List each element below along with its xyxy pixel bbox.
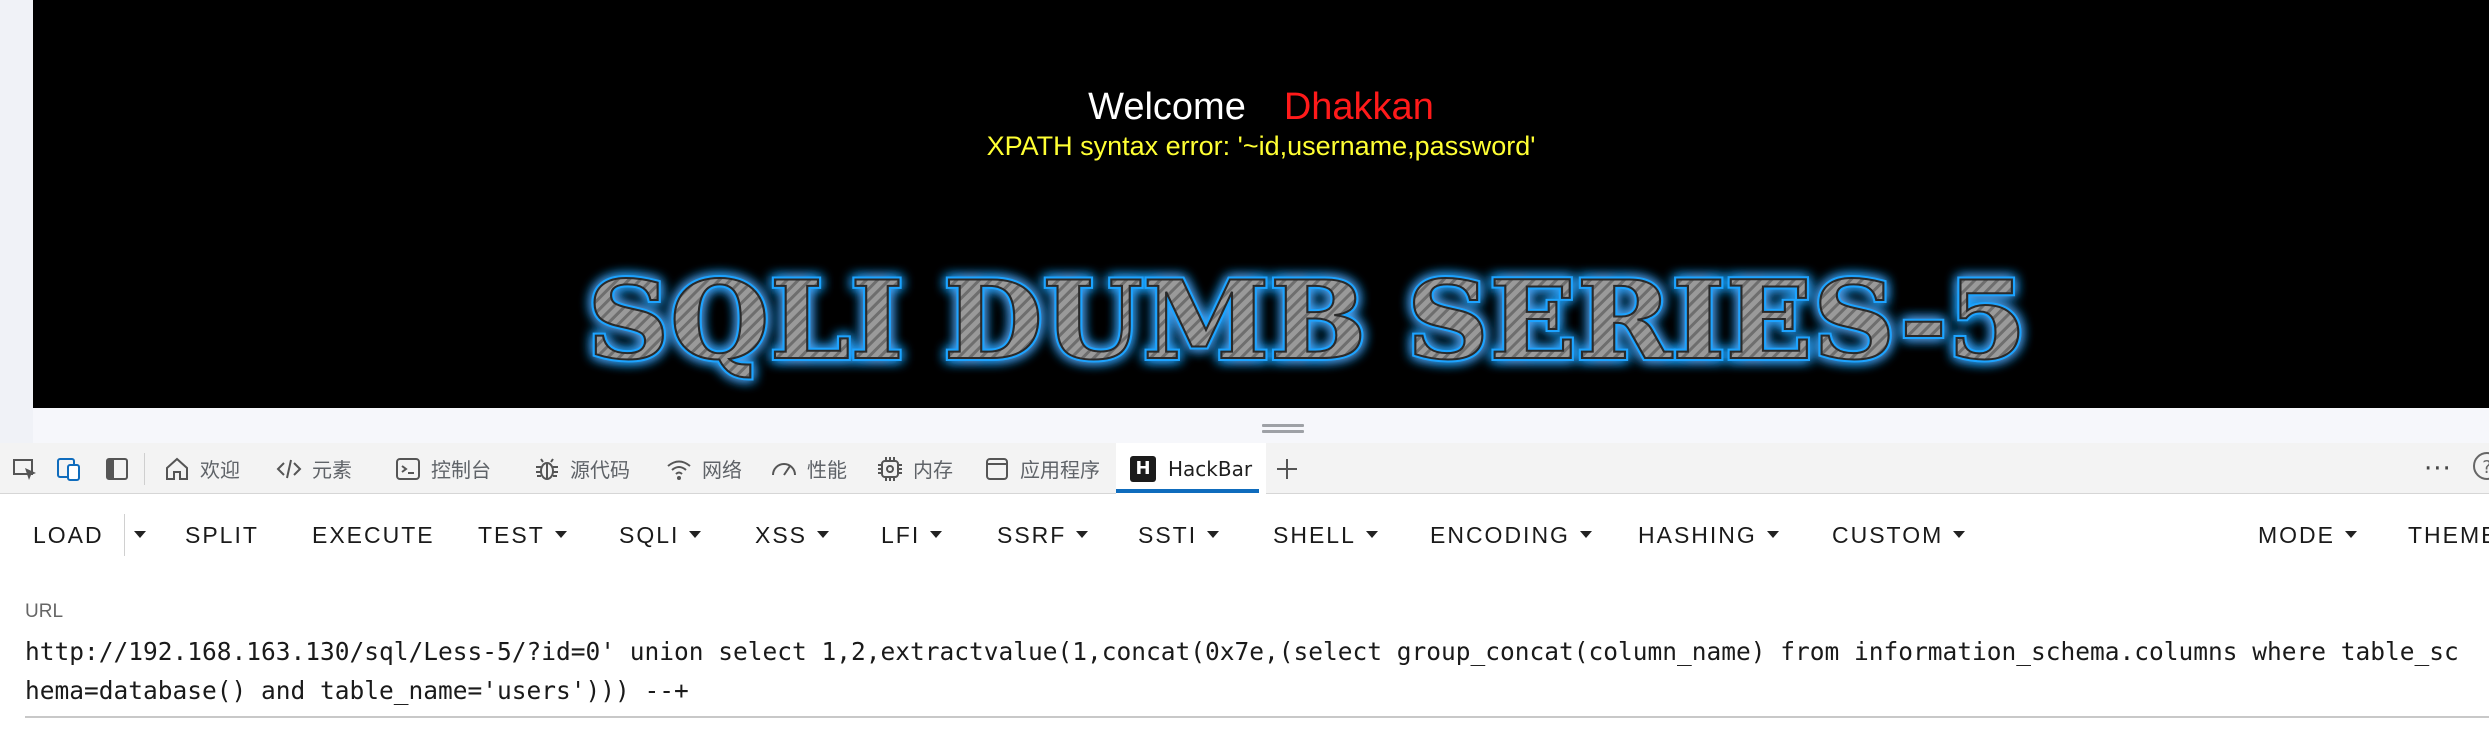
wifi-icon: [664, 454, 694, 484]
dock-side-icon[interactable]: [103, 455, 131, 483]
active-tab-indicator: [1116, 489, 1259, 493]
button-label: SSTI: [1138, 522, 1198, 548]
test-menu-button[interactable]: TEST: [478, 520, 567, 550]
chevron-down-icon: [554, 531, 567, 539]
sqli-menu-button[interactable]: SQLI: [619, 520, 702, 550]
inspect-element-icon[interactable]: [11, 455, 39, 483]
button-label: XSS: [755, 522, 808, 548]
url-textarea[interactable]: http://192.168.163.130/sql/Less-5/?id=0'…: [25, 632, 2465, 712]
button-label: LFI: [881, 522, 921, 548]
load-button[interactable]: LOAD: [33, 520, 104, 550]
tab-memory[interactable]: 内存: [875, 443, 953, 494]
mode-menu-button[interactable]: MODE: [2258, 520, 2357, 550]
encoding-menu-button[interactable]: ENCODING: [1430, 520, 1592, 550]
button-label: ENCODING: [1430, 522, 1570, 548]
chevron-down-icon: [1766, 531, 1779, 539]
gauge-icon: [769, 454, 799, 484]
welcome-line: Welcome Dhakkan: [33, 84, 2489, 130]
tab-label: 欢迎: [200, 458, 240, 482]
button-label: LOAD: [33, 522, 104, 548]
load-dropdown-toggle[interactable]: [130, 520, 146, 550]
chevron-down-icon: [1953, 531, 1966, 539]
tab-console[interactable]: 控制台: [393, 443, 491, 494]
tab-label: 性能: [807, 458, 847, 482]
code-icon: [274, 454, 304, 484]
tab-network[interactable]: 网络: [664, 443, 742, 494]
webpage-viewport: Welcome Dhakkan XPATH syntax error: '~id,…: [33, 0, 2489, 408]
chevron-down-icon: [1579, 531, 1592, 539]
load-divider: [124, 514, 125, 556]
chevron-down-icon: [1076, 531, 1089, 539]
tab-label: 应用程序: [1020, 458, 1100, 482]
button-label: CUSTOM: [1832, 522, 1944, 548]
home-icon: [162, 454, 192, 484]
chevron-down-icon: [689, 531, 702, 539]
tab-label: 元素: [312, 458, 352, 482]
tab-hackbar[interactable]: H HackBar: [1116, 443, 1267, 494]
xss-menu-button[interactable]: XSS: [755, 520, 830, 550]
tab-welcome[interactable]: 欢迎: [162, 443, 240, 494]
theme-button[interactable]: THEME: [2408, 520, 2489, 550]
chevron-down-icon: [1207, 531, 1220, 539]
button-label: HASHING: [1638, 522, 1757, 548]
tab-label: 控制台: [431, 458, 491, 482]
chevron-down-icon: [134, 531, 146, 539]
chevron-down-icon: [1365, 531, 1378, 539]
bug-icon: [532, 454, 562, 484]
split-button[interactable]: SPLIT: [185, 520, 259, 550]
xpath-error-message: XPATH syntax error: '~id,username,passwo…: [986, 131, 1536, 161]
memory-chip-icon: [875, 454, 905, 484]
tab-performance[interactable]: 性能: [769, 443, 847, 494]
button-label: EXECUTE: [312, 522, 435, 548]
tab-sources[interactable]: 源代码: [532, 443, 630, 494]
shell-menu-button[interactable]: SHELL: [1273, 520, 1378, 550]
hashing-menu-button[interactable]: HASHING: [1638, 520, 1779, 550]
ssrf-menu-button[interactable]: SSRF: [997, 520, 1089, 550]
button-label: SQLI: [619, 522, 680, 548]
application-icon: [982, 454, 1012, 484]
url-field-underline: [25, 716, 2489, 718]
button-label: SSRF: [997, 522, 1067, 548]
toolbar-divider: [144, 453, 145, 485]
chevron-down-icon: [817, 531, 830, 539]
device-emulation-icon[interactable]: [55, 455, 83, 483]
ssti-menu-button[interactable]: SSTI: [1138, 520, 1220, 550]
execute-button[interactable]: EXECUTE: [312, 520, 435, 550]
button-label: SHELL: [1273, 522, 1356, 548]
url-field-label: URL: [25, 601, 64, 622]
tab-label: 源代码: [570, 458, 630, 482]
welcome-text: Welcome: [1088, 86, 1246, 128]
tab-label: 网络: [702, 458, 742, 482]
tab-label: 内存: [913, 458, 953, 482]
tab-label: HackBar: [1168, 456, 1253, 481]
console-icon: [393, 454, 423, 484]
lfi-menu-button[interactable]: LFI: [881, 520, 943, 550]
tab-application[interactable]: 应用程序: [982, 443, 1100, 494]
hackbar-toolbar: LOAD SPLIT EXECUTE TEST SQLI XSS LFI SSR…: [0, 494, 2489, 574]
username-text: Dhakkan: [1283, 86, 1434, 128]
chevron-down-icon: [2345, 531, 2357, 539]
devtools-tab-bar: 欢迎 元素 控制台 源代码 网络 性能 内存 应用程序 H HackBar: [0, 443, 2489, 494]
custom-menu-button[interactable]: CUSTOM: [1832, 520, 1966, 550]
button-label: SPLIT: [185, 522, 259, 548]
chevron-down-icon: [930, 531, 943, 539]
page-gutter: [0, 0, 33, 443]
banner-face-text: SQLI DUMB SERIES-5: [587, 258, 2027, 384]
add-tab-button[interactable]: [1272, 443, 1310, 494]
panel-resize-handle[interactable]: [1262, 424, 1304, 434]
more-options-icon[interactable]: ···: [2424, 454, 2452, 484]
tab-elements[interactable]: 元素: [274, 443, 352, 494]
button-label: MODE: [2258, 522, 2335, 548]
sqli-banner: SQLI DUMB SERIES-5 SQLI DUMB SERIES-5: [584, 255, 2030, 387]
plus-icon: [1272, 454, 1302, 484]
hackbar-logo-icon: H: [1130, 455, 1156, 482]
button-label: TEST: [478, 522, 545, 548]
button-label: THEME: [2408, 522, 2489, 548]
viewport-bottom-gap: [33, 408, 2489, 443]
